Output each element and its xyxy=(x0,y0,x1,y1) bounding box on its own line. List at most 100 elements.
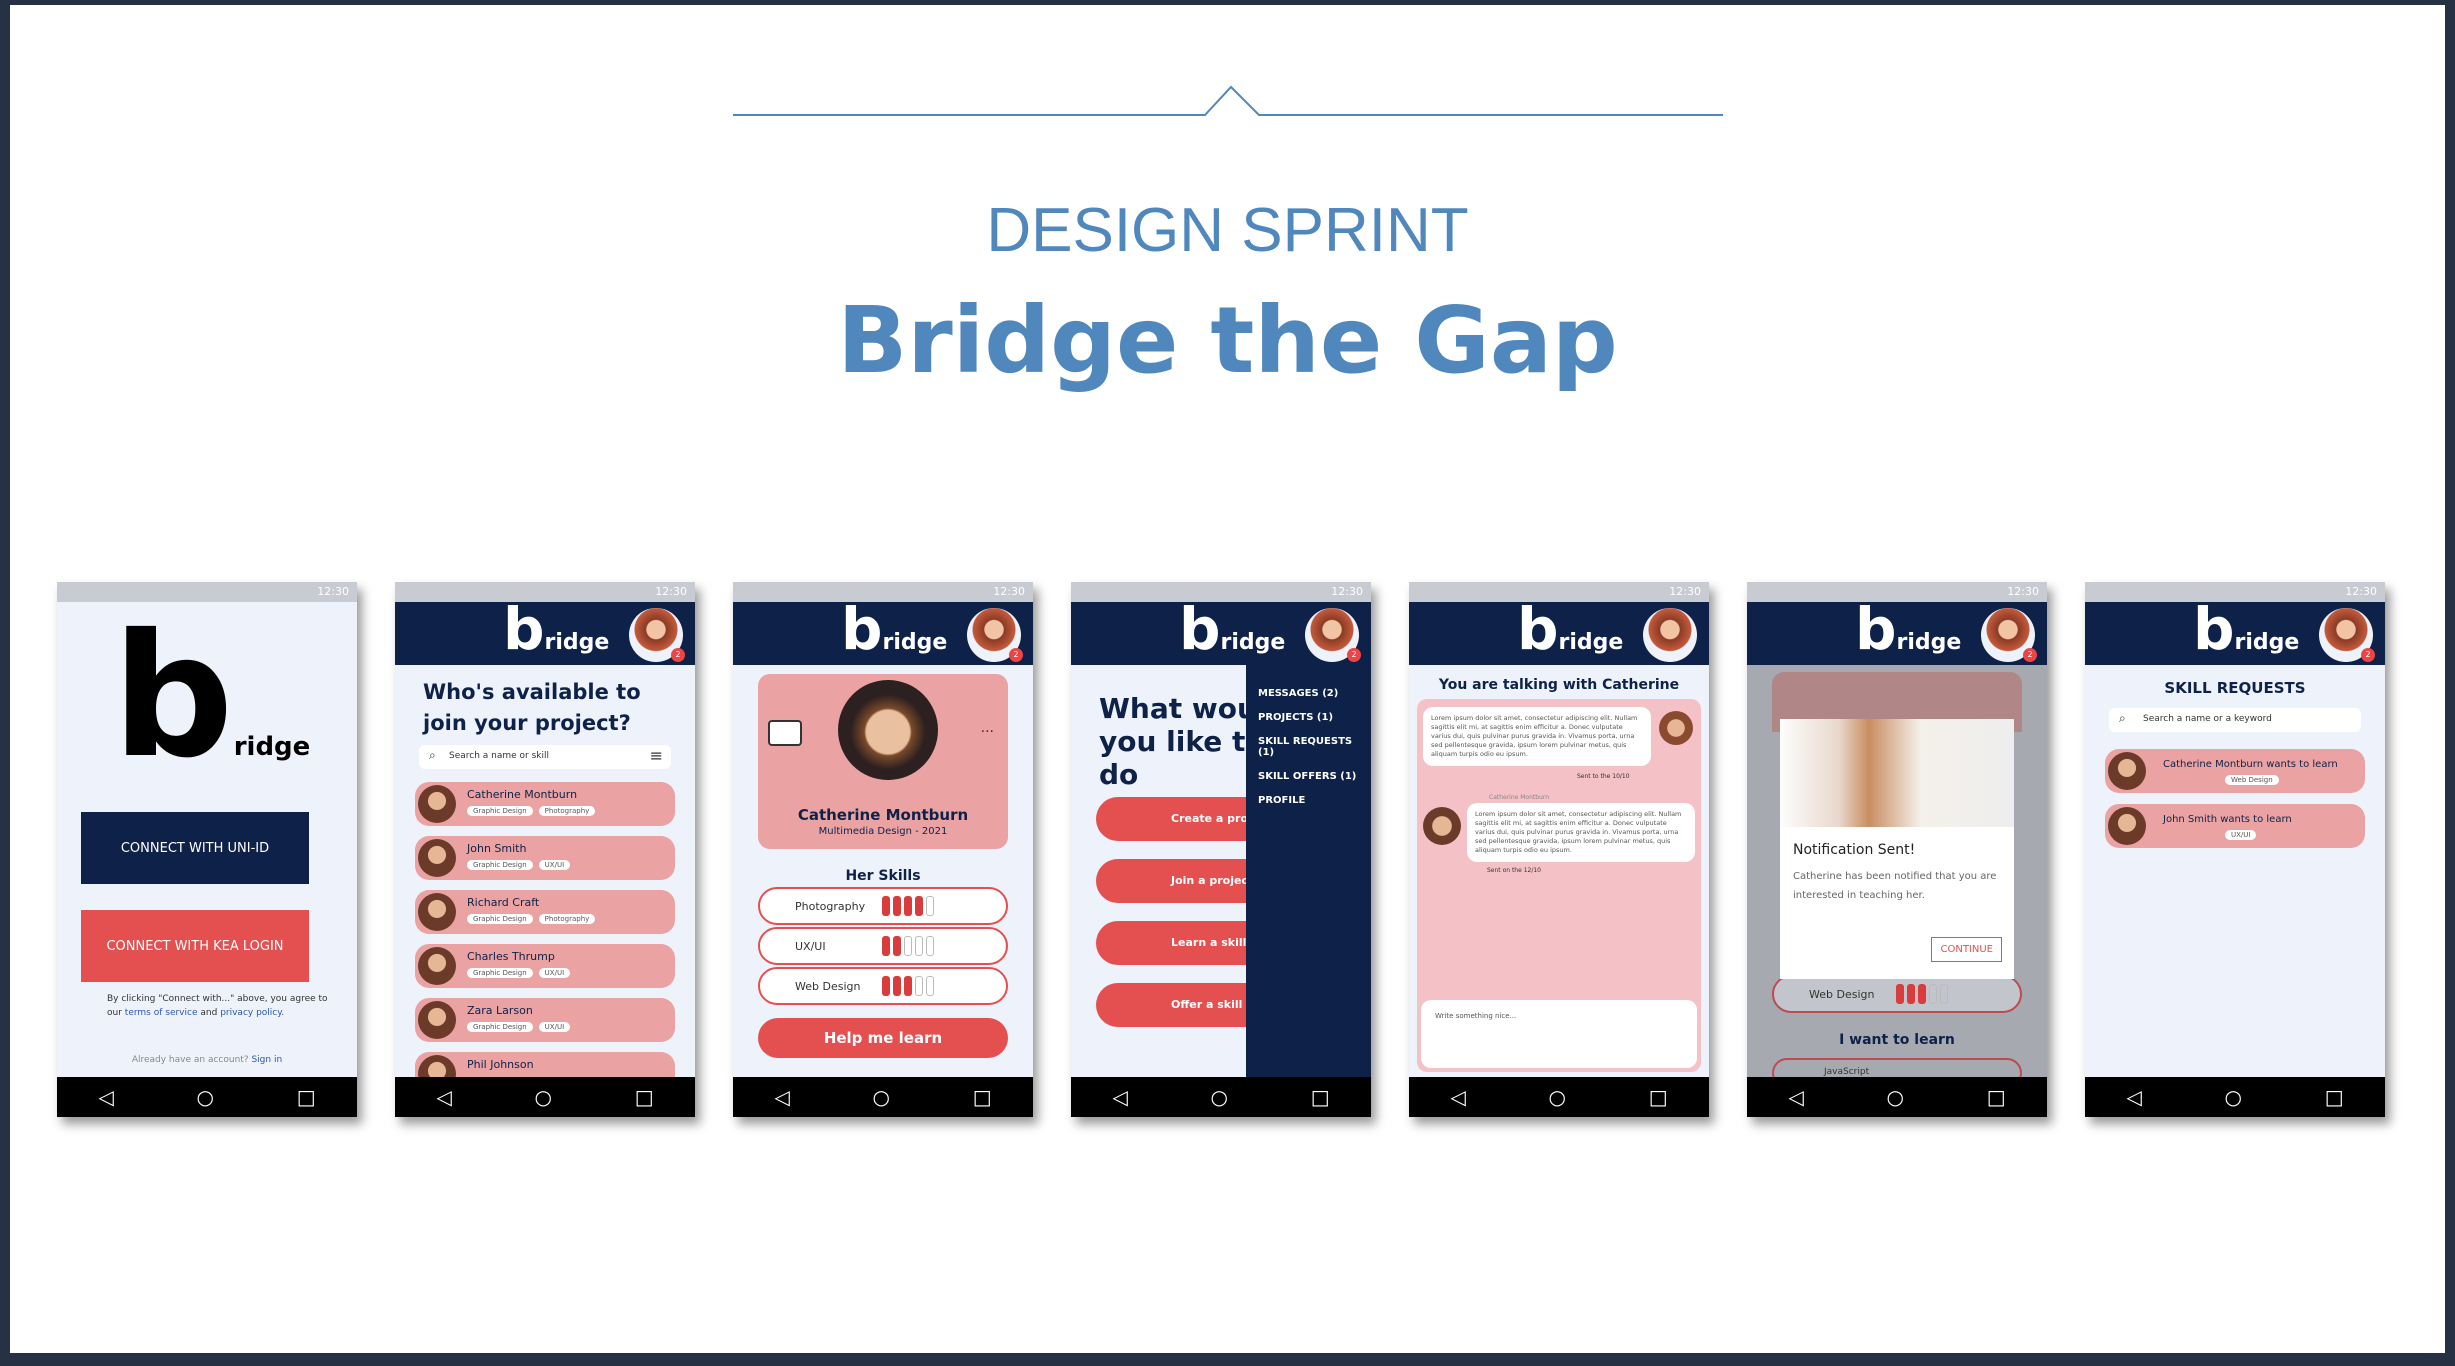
back-icon[interactable]: ◁ xyxy=(98,1085,113,1109)
message-timestamp: Sent on the 12/10 xyxy=(1487,867,1541,874)
profile-screen: 12:30 bridge 2 ··· Catherine Montburn Mul… xyxy=(733,582,1033,1117)
dialog-body: Catherine has been notified that you are… xyxy=(1793,871,1997,901)
bridge-logo: bridge xyxy=(1855,595,1962,663)
menu-item[interactable]: PROFILE xyxy=(1258,795,1371,806)
recents-icon[interactable]: □ xyxy=(1311,1085,1330,1109)
app-header: bridge 2 xyxy=(2085,600,2385,665)
recents-icon[interactable]: □ xyxy=(635,1085,654,1109)
app-header: bridge 2 xyxy=(1747,595,2047,665)
list-item[interactable]: Catherine Montburn Graphic Design Photogra… xyxy=(415,782,675,826)
speech-bubble-icon[interactable] xyxy=(768,720,802,746)
notification-dialog: Notification Sent! Catherine has been no… xyxy=(1780,719,2014,979)
profile-avatar[interactable]: 2 xyxy=(1981,608,2037,662)
recents-icon[interactable]: □ xyxy=(2325,1085,2344,1109)
skill-level-segment xyxy=(904,936,912,956)
login-screen: 12:30 bridge CONNECT WITH UNI-ID CONNECT… xyxy=(57,582,357,1117)
recents-icon[interactable]: □ xyxy=(1649,1085,1668,1109)
profile-avatar[interactable]: 2 xyxy=(629,608,685,662)
side-menu: MESSAGES (2) PROJECTS (1) SKILL REQUESTS (… xyxy=(1246,665,1371,1077)
menu-item[interactable]: PROJECTS (1) xyxy=(1258,712,1371,723)
bridge-logo: bridge xyxy=(112,598,311,796)
notification-badge: 2 xyxy=(671,648,685,662)
skill-tag: UX/UI xyxy=(538,1022,571,1032)
list-item[interactable]: Richard Craft Graphic Design Photography xyxy=(415,890,675,934)
filter-icon[interactable]: ≡ xyxy=(650,746,663,765)
skill-label: UX/UI xyxy=(795,940,826,953)
connect-uni-id-button[interactable]: CONNECT WITH UNI-ID xyxy=(81,812,309,884)
skill-tags: Graphic Design Photography xyxy=(467,914,596,924)
skill-row: UX/UI xyxy=(758,927,1008,965)
back-icon[interactable]: ◁ xyxy=(1450,1085,1465,1109)
profile-avatar[interactable]: 2 xyxy=(2319,608,2375,662)
skill-level-segment xyxy=(904,896,912,916)
skill-tags: Graphic Design UX/UI xyxy=(467,968,571,978)
recents-icon[interactable]: □ xyxy=(973,1085,992,1109)
skill-label: Web Design xyxy=(795,980,861,993)
request-item[interactable]: Catherine Montburn wants to learn Web Des… xyxy=(2105,749,2365,793)
chevron-divider xyxy=(733,85,1723,116)
skill-tag: Graphic Design xyxy=(467,860,533,870)
search-input[interactable]: ⌕ Search a name or skill ≡ xyxy=(419,745,671,769)
message-bubble: Lorem ipsum dolor sit amet, consectetur … xyxy=(1467,803,1695,862)
skill-level-segment xyxy=(915,936,923,956)
request-item[interactable]: John Smith wants to learn UX/UI xyxy=(2105,804,2365,848)
status-bar: 12:30 xyxy=(1747,582,2047,602)
skill-tag: UX/UI xyxy=(538,968,571,978)
help-me-learn-button[interactable]: Help me learn xyxy=(758,1018,1008,1058)
request-text: John Smith wants to learn xyxy=(2163,814,2292,825)
chat-panel: Lorem ipsum dolor sit amet, consectetur … xyxy=(1417,699,1701,1072)
skill-level-segment xyxy=(915,896,923,916)
profile-avatar[interactable]: 2 xyxy=(967,608,1023,662)
chat-heading: You are talking with Catherine xyxy=(1438,677,1680,693)
app-header: bridge 2 xyxy=(395,595,695,665)
profile-avatar[interactable] xyxy=(1643,608,1697,662)
search-input[interactable]: ⌕ Search a name or a keyword xyxy=(2109,708,2361,732)
status-bar: 12:30 xyxy=(1409,582,1709,602)
back-icon[interactable]: ◁ xyxy=(2126,1085,2141,1109)
android-nav-bar: ◁ ○ □ xyxy=(1409,1077,1709,1117)
list-item[interactable]: Charles Thrump Graphic Design UX/UI xyxy=(415,944,675,988)
home-icon[interactable]: ○ xyxy=(1887,1085,1904,1109)
back-icon[interactable]: ◁ xyxy=(774,1085,789,1109)
profile-card: ··· Catherine Montburn Multimedia Design… xyxy=(758,674,1008,849)
home-icon[interactable]: ○ xyxy=(873,1085,890,1109)
terms-link[interactable]: terms of service xyxy=(125,1008,198,1018)
back-icon[interactable]: ◁ xyxy=(436,1085,451,1109)
skill-tag: Photography xyxy=(538,914,596,924)
android-nav-bar: ◁ ○ □ xyxy=(1747,1077,2047,1117)
home-icon[interactable]: ○ xyxy=(1549,1085,1566,1109)
menu-item[interactable]: SKILL OFFERS (1) xyxy=(1258,771,1371,782)
search-icon: ⌕ xyxy=(429,748,436,762)
sender-avatar xyxy=(1659,711,1693,745)
android-nav-bar: ◁ ○ □ xyxy=(2085,1077,2385,1117)
person-name: Richard Craft xyxy=(467,896,540,909)
list-item[interactable]: Zara Larson Graphic Design UX/UI xyxy=(415,998,675,1042)
back-icon[interactable]: ◁ xyxy=(1788,1085,1803,1109)
list-item[interactable]: John Smith Graphic Design UX/UI xyxy=(415,836,675,880)
skill-tags: Graphic Design UX/UI xyxy=(467,860,571,870)
notification-badge: 2 xyxy=(2023,648,2037,662)
menu-item[interactable]: SKILL REQUESTS (1) xyxy=(1258,736,1371,758)
more-icon[interactable]: ··· xyxy=(981,724,994,740)
skill-level-bars xyxy=(882,976,934,996)
home-icon[interactable]: ○ xyxy=(535,1085,552,1109)
sender-name: Catherine Montburn xyxy=(1489,794,1550,801)
back-icon[interactable]: ◁ xyxy=(1112,1085,1127,1109)
notification-badge: 2 xyxy=(1347,648,1361,662)
connect-kea-login-button[interactable]: CONNECT WITH KEA LOGIN xyxy=(81,910,309,982)
home-icon[interactable]: ○ xyxy=(197,1085,214,1109)
skill-tag: Graphic Design xyxy=(467,914,533,924)
continue-button[interactable]: CONTINUE xyxy=(1931,937,2002,962)
home-icon[interactable]: ○ xyxy=(2225,1085,2242,1109)
skill-tag: Graphic Design xyxy=(467,1022,533,1032)
bridge-logo: bridge xyxy=(503,595,610,663)
recents-icon[interactable]: □ xyxy=(1987,1085,2006,1109)
profile-avatar[interactable]: 2 xyxy=(1305,608,1361,662)
home-icon[interactable]: ○ xyxy=(1211,1085,1228,1109)
menu-item[interactable]: MESSAGES (2) xyxy=(1258,688,1371,699)
recents-icon[interactable]: □ xyxy=(297,1085,316,1109)
message-input[interactable]: Write something nice... xyxy=(1421,1000,1697,1068)
sign-in-link[interactable]: Sign in xyxy=(251,1055,282,1065)
person-name: Zara Larson xyxy=(467,1004,533,1017)
privacy-link[interactable]: privacy policy. xyxy=(220,1008,284,1018)
